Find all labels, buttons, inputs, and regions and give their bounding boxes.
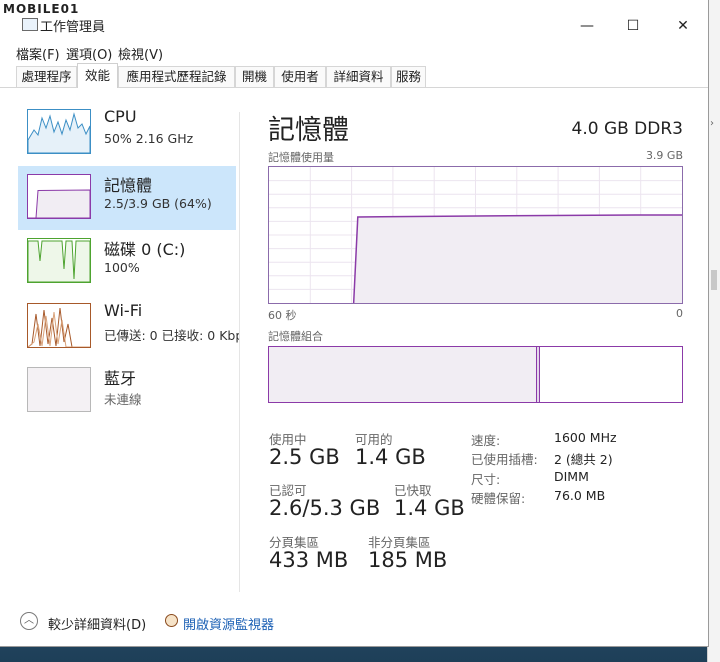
memory-thumbnail-area <box>28 189 90 218</box>
stat-cached-value: 1.4 GB <box>394 496 465 520</box>
graph-time-right: 0 <box>676 307 683 320</box>
sidebar-memory-sub: 2.5/3.9 GB (64%) <box>104 196 212 211</box>
maximize-button[interactable]: ☐ <box>610 12 656 40</box>
usage-graph-label: 記憶體使用量 <box>268 151 334 164</box>
menu-file[interactable]: 檔案(F) <box>16 44 60 63</box>
cpu-thumbnail-svg <box>28 112 90 153</box>
memory-thumbnail-graph <box>27 174 91 219</box>
title-bar[interactable]: MOBILE01 工作管理員 — ☐ ✕ <box>0 0 708 40</box>
sidebar-wifi-sub: 已傳送: 0 已接收: 0 Kbps <box>104 328 240 343</box>
minimize-button[interactable]: — <box>564 12 610 40</box>
composition-modified <box>537 347 540 402</box>
close-button[interactable]: ✕ <box>660 12 706 40</box>
menu-view[interactable]: 檢視(V) <box>118 44 163 63</box>
stat-committed-value: 2.6/5.3 GB <box>269 496 381 520</box>
cpu-thumbnail-graph <box>27 109 91 154</box>
stat-nonpaged-pool-value: 185 MB <box>368 548 448 572</box>
menu-options[interactable]: 選項(O) <box>66 44 112 63</box>
sidebar-cpu-title: CPU <box>104 107 137 126</box>
tab-performance[interactable]: 效能 <box>77 63 118 88</box>
detail-slots-label: 已使用插槽: <box>471 452 538 467</box>
wifi-thumbnail-svg <box>28 307 90 347</box>
fewer-details-button[interactable]: 較少詳細資料(D) <box>48 614 146 633</box>
watermark-text: MOBILE01 <box>3 2 80 16</box>
sidebar-item-bluetooth[interactable]: 藍牙 未連線 <box>18 359 236 423</box>
memory-composition-bar <box>268 346 683 403</box>
window-title: 工作管理員 <box>40 20 106 35</box>
detail-speed-value: 1600 MHz <box>554 430 617 445</box>
tab-users[interactable]: 使用者 <box>274 66 326 87</box>
chevron-right-icon: › <box>710 118 714 129</box>
pane-divider[interactable] <box>239 112 240 592</box>
disk-thumbnail-graph <box>27 238 91 283</box>
sidebar-wifi-title: Wi-Fi <box>104 301 143 320</box>
menu-bar: 檔案(F) 選項(O) 檢視(V) <box>0 40 708 63</box>
detail-speed-label: 速度: <box>471 433 501 448</box>
composition-label: 記憶體組合 <box>268 330 323 343</box>
sidebar-disk-sub: 100% <box>104 260 140 275</box>
tab-startup[interactable]: 開機 <box>235 66 274 87</box>
tab-app-history[interactable]: 應用程式歷程記錄 <box>118 66 235 87</box>
tab-processes[interactable]: 處理程序 <box>16 66 77 87</box>
watermark-logo: MOBILE01 <box>3 2 79 16</box>
chevron-up-icon[interactable]: ︿ <box>20 612 38 630</box>
detail-reserved-label: 硬體保留: <box>471 491 526 506</box>
resource-monitor-icon <box>165 614 178 627</box>
detail-slots-value: 2 (總共 2) <box>554 452 613 467</box>
page-title: 記憶體 <box>268 115 349 146</box>
task-manager-icon <box>22 18 38 31</box>
usage-graph-max: 3.9 GB <box>645 149 683 162</box>
sidebar-item-wifi[interactable]: Wi-Fi 已傳送: 0 已接收: 0 Kbps <box>18 295 240 359</box>
usage-area <box>353 214 682 303</box>
tab-services[interactable]: 服務 <box>391 66 426 87</box>
wifi-thumbnail-graph <box>27 303 91 348</box>
footer: ︿ 較少詳細資料(D) 開啟資源監視器 <box>0 600 708 646</box>
memory-spec: 4.0 GB DDR3 <box>571 119 684 139</box>
stat-in-use-value: 2.5 GB <box>269 445 340 469</box>
disk-thumbnail-svg <box>28 240 90 282</box>
sidebar-cpu-sub: 50% 2.16 GHz <box>104 131 194 146</box>
memory-usage-svg <box>269 167 682 303</box>
stat-available-value: 1.4 GB <box>355 445 426 469</box>
sidebar-bluetooth-sub: 未連線 <box>104 392 142 407</box>
detail-form-factor-label: 尺寸: <box>471 472 501 487</box>
graph-time-left: 60 秒 <box>268 309 297 322</box>
composition-in-use <box>269 347 537 402</box>
sidebar-bluetooth-title: 藍牙 <box>104 369 137 388</box>
task-manager-window: MOBILE01 工作管理員 — ☐ ✕ 檔案(F) 選項(O) 檢視(V) 處… <box>0 0 709 647</box>
sidebar-disk-title: 磁碟 0 (C:) <box>104 240 186 259</box>
stat-paged-pool-value: 433 MB <box>269 548 349 572</box>
memory-thumbnail-svg <box>28 189 90 218</box>
sidebar-item-memory[interactable]: 記憶體 2.5/3.9 GB (64%) <box>18 166 236 230</box>
open-resource-monitor-link[interactable]: 開啟資源監視器 <box>183 614 274 633</box>
sidebar-item-cpu[interactable]: CPU 50% 2.16 GHz <box>18 101 236 165</box>
detail-reserved-value: 76.0 MB <box>554 488 606 503</box>
scrollbar-thumb[interactable] <box>711 270 717 290</box>
memory-usage-graph <box>268 166 683 304</box>
sidebar-item-disk[interactable]: 磁碟 0 (C:) 100% <box>18 230 236 294</box>
bluetooth-thumbnail-graph <box>27 367 91 412</box>
tab-details[interactable]: 詳細資料 <box>326 66 391 87</box>
sidebar-memory-title: 記憶體 <box>104 176 153 195</box>
detail-form-factor-value: DIMM <box>554 469 589 484</box>
